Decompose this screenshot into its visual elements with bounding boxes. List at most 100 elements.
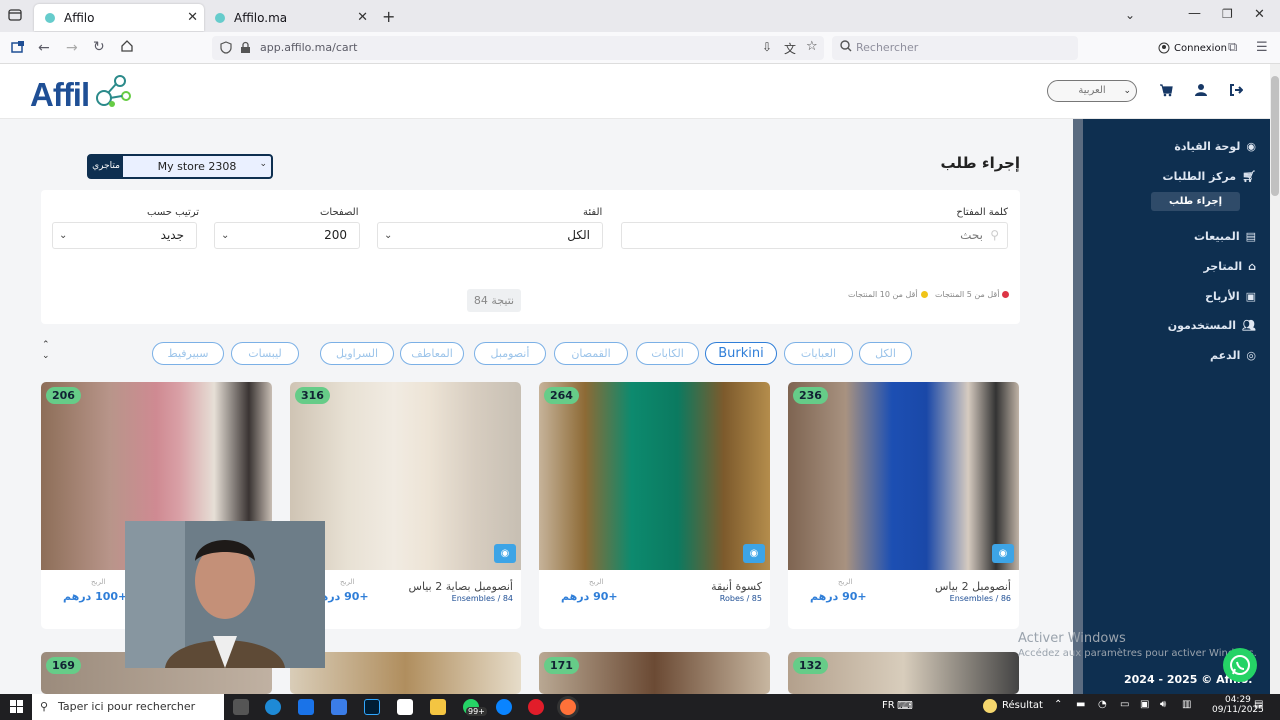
- view-eye-icon[interactable]: ◉: [494, 544, 516, 563]
- pages-value: 200: [324, 228, 347, 242]
- sidebar-item-sales[interactable]: ▤ المبيعات: [1194, 230, 1256, 243]
- chevron-down-icon[interactable]: ⌄: [1125, 8, 1135, 22]
- photoshop-icon[interactable]: [364, 699, 380, 715]
- opera-icon[interactable]: [528, 699, 544, 715]
- lock-icon[interactable]: [240, 41, 251, 54]
- category-pill[interactable]: العبايات: [784, 342, 853, 365]
- pages-label: الصفحات: [320, 207, 359, 218]
- whatsapp-button[interactable]: [1223, 648, 1257, 682]
- restore-icon[interactable]: ❐: [1222, 7, 1233, 21]
- address-bar[interactable]: app.affilo.ma/cart ⇩ 文 ☆: [212, 36, 824, 60]
- volume-icon[interactable]: 🔊︎: [1160, 699, 1166, 710]
- pages-select[interactable]: ⌄ 200: [214, 222, 360, 249]
- product-card[interactable]: 171: [539, 652, 770, 694]
- category-value: الكل: [567, 228, 590, 242]
- translate-icon[interactable]: 文: [784, 40, 796, 57]
- file-explorer-icon[interactable]: [430, 699, 446, 715]
- tray-app-icon[interactable]: ▬: [1076, 699, 1085, 710]
- minimize-icon[interactable]: —: [1188, 6, 1201, 21]
- category-pill[interactable]: الكابات: [636, 342, 699, 365]
- display-icon[interactable]: ▣: [1140, 699, 1149, 710]
- product-card[interactable]: 264 ◉ كسوة أنيقة Robes / 85 الربح +90 در…: [539, 382, 770, 629]
- notifications-icon[interactable]: ▤: [1254, 699, 1263, 710]
- new-tab-icon[interactable]: +: [382, 7, 395, 26]
- view-eye-icon[interactable]: ◉: [743, 544, 765, 563]
- firefox-icon[interactable]: [560, 699, 576, 715]
- sidebar-item-label: إجراء طلب: [1169, 196, 1222, 207]
- weather-icon[interactable]: [983, 699, 997, 713]
- close-tab-icon[interactable]: ✕: [187, 10, 198, 25]
- language-select[interactable]: العربية ⌄: [1047, 80, 1137, 102]
- keyboard-icon[interactable]: ⌨: [897, 699, 913, 712]
- product-card[interactable]: 236 ◉ أنصومبل 2 بياس Ensembles / 86 الرب…: [788, 382, 1019, 629]
- browser-tab-affilo[interactable]: Affilo ✕: [34, 4, 204, 31]
- edge-icon[interactable]: [265, 699, 281, 715]
- user-icon[interactable]: [1194, 83, 1208, 97]
- extensions-icon[interactable]: ⧉: [1228, 40, 1244, 56]
- forward-icon[interactable]: →: [66, 40, 82, 56]
- product-card[interactable]: 132: [788, 652, 1019, 694]
- reload-icon[interactable]: ↻: [93, 39, 109, 55]
- category-pill[interactable]: ليبسات: [231, 342, 299, 365]
- taskbar-search-input[interactable]: ⚲ Taper ici pour rechercher: [32, 694, 224, 720]
- chevron-down-icon[interactable]: ⌄: [42, 351, 50, 362]
- browser-tab-affilo-ma[interactable]: Affilo.ma ✕: [204, 4, 374, 31]
- download-page-icon[interactable]: ⇩: [762, 40, 772, 54]
- category-pill[interactable]: أنصومبل: [474, 342, 546, 365]
- telegram-icon[interactable]: [496, 699, 512, 715]
- sidebar-item-dashboard[interactable]: ◉ لوحة القيادة: [1174, 140, 1256, 153]
- sort-select[interactable]: ⌄ جديد: [52, 222, 197, 249]
- category-select[interactable]: ⌄ الكل: [377, 222, 603, 249]
- sidebar-toggle-icon[interactable]: [10, 39, 26, 55]
- tab-list-icon[interactable]: [8, 8, 24, 24]
- cart-icon[interactable]: [1159, 83, 1173, 97]
- weather-text[interactable]: Résultat: [1002, 700, 1043, 711]
- input-language[interactable]: FR: [882, 700, 895, 711]
- home-icon[interactable]: [120, 39, 136, 55]
- account-button[interactable]: Connexion: [1152, 38, 1227, 58]
- sidebar-item-users[interactable]: 👥︎ المستخدمون: [1168, 319, 1256, 332]
- affilo-logo[interactable]: Affil: [30, 75, 131, 114]
- shield-icon[interactable]: [220, 41, 232, 54]
- close-tab-icon[interactable]: ✕: [357, 10, 368, 25]
- sidebar-item-profits[interactable]: ▣ الأرباح: [1205, 290, 1256, 303]
- sidebar-item-orders[interactable]: 🛒︎ مركز الطلبات: [1163, 170, 1256, 183]
- sidebar-item-stores[interactable]: ⌂ المتاجر: [1203, 260, 1256, 273]
- outlook-icon[interactable]: [298, 699, 314, 715]
- tray-chevron-up-icon[interactable]: ⌃: [1054, 699, 1062, 710]
- keyword-input[interactable]: بحث ⚲: [621, 222, 1008, 249]
- menu-icon[interactable]: ☰: [1256, 40, 1272, 56]
- bookmark-star-icon[interactable]: ☆: [806, 39, 818, 54]
- product-image[interactable]: [539, 382, 770, 570]
- scrollbar-thumb[interactable]: [1271, 76, 1279, 196]
- product-category: Ensembles / 86: [949, 594, 1011, 603]
- network-icon[interactable]: ▥: [1182, 699, 1191, 710]
- search-icon: [840, 40, 852, 52]
- chevron-up-icon[interactable]: ⌃: [42, 340, 50, 351]
- product-image[interactable]: [788, 382, 1019, 570]
- close-window-icon[interactable]: ✕: [1254, 7, 1265, 22]
- view-eye-icon[interactable]: ◉: [992, 544, 1014, 563]
- windows-start-icon[interactable]: [10, 700, 24, 714]
- notepad-icon[interactable]: [397, 699, 413, 715]
- pill-scroll-arrows[interactable]: ⌃ ⌄: [42, 340, 50, 362]
- whatsapp-icon: [1230, 655, 1250, 675]
- wifi-icon[interactable]: ◔: [1098, 699, 1107, 710]
- page-scrollbar[interactable]: [1270, 64, 1280, 694]
- battery-icon[interactable]: ▭: [1120, 699, 1129, 710]
- browser-search-bar[interactable]: Rechercher: [832, 36, 1078, 60]
- category-pill[interactable]: القمصان: [554, 342, 628, 365]
- task-view-icon[interactable]: [233, 699, 249, 715]
- category-pill[interactable]: المعاطف: [400, 342, 464, 365]
- store-app-icon[interactable]: [331, 699, 347, 715]
- category-pill[interactable]: الكل: [859, 342, 912, 365]
- keyword-placeholder: بحث: [960, 228, 983, 242]
- back-icon[interactable]: ←: [38, 40, 54, 56]
- store-select[interactable]: متاجري My store 2308 ⌄: [87, 154, 273, 179]
- category-pill[interactable]: السراويل: [320, 342, 394, 365]
- logout-icon[interactable]: [1229, 83, 1243, 97]
- sidebar-item-support[interactable]: ◎ الدعم: [1210, 349, 1256, 362]
- sidebar-item-make-order[interactable]: إجراء طلب: [1151, 192, 1240, 211]
- category-pill-active[interactable]: Burkini: [705, 342, 777, 365]
- category-pill[interactable]: سبيرفيط: [152, 342, 224, 365]
